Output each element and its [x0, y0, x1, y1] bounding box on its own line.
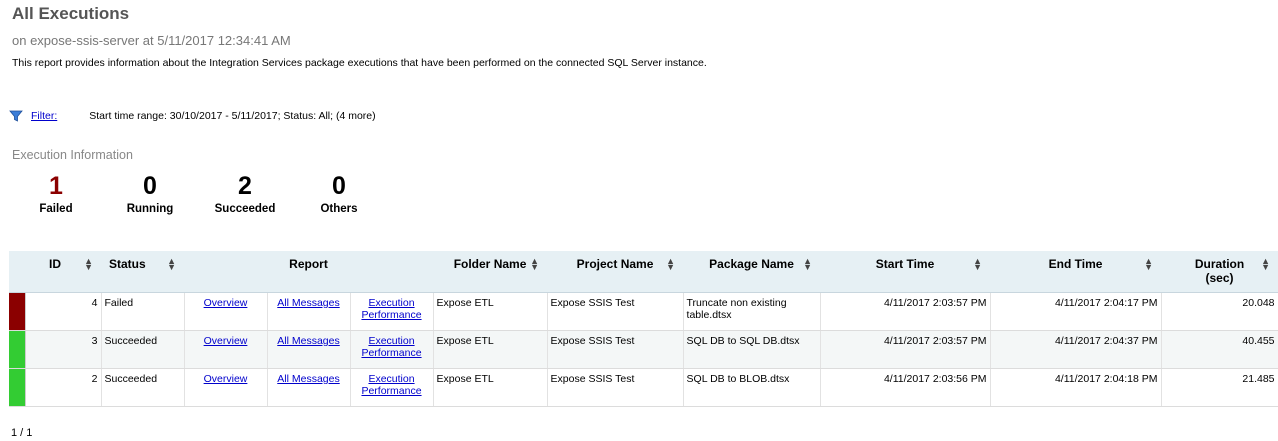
folder-cell: Expose ETL: [433, 368, 548, 407]
kpi-others: 0 Others: [294, 172, 384, 215]
kpi-value: 0: [143, 172, 157, 200]
sort-arrows-icon[interactable]: ▲ ▼: [1261, 257, 1270, 272]
kpi-value: 0: [332, 172, 346, 200]
sort-arrows-icon[interactable]: ▲ ▼: [1144, 257, 1153, 272]
sort-arrows-icon[interactable]: ▲ ▼: [84, 257, 93, 272]
col-folder-header[interactable]: Folder Name ▲ ▼: [433, 251, 548, 293]
sort-arrows-icon[interactable]: ▲ ▼: [167, 257, 176, 272]
col-duration-header[interactable]: Duration (sec) ▲ ▼: [1161, 251, 1278, 293]
funnel-icon[interactable]: [9, 109, 23, 123]
section-title: Execution Information: [12, 148, 133, 162]
sort-arrows-icon[interactable]: ▲ ▼: [803, 257, 812, 272]
package-cell: SQL DB to BLOB.dtsx: [683, 368, 821, 407]
execution-performance-link[interactable]: Execution Performance: [361, 373, 421, 397]
kpi-label: Others: [320, 203, 358, 215]
end-time-cell: 4/11/2017 2:04:18 PM: [990, 368, 1162, 407]
table-header-row: ID ▲ ▼ Status ▲ ▼ Report Folder Name ▲ ▼ Proje…: [9, 251, 1278, 293]
project-cell: Expose SSIS Test: [547, 330, 684, 369]
kpi-label: Running: [126, 203, 174, 215]
sort-arrows-icon[interactable]: ▲ ▼: [973, 257, 982, 272]
status-cell: Succeeded: [101, 330, 185, 369]
end-time-cell: 4/11/2017 2:04:17 PM: [990, 292, 1162, 331]
table-row: 3 Succeeded Overview All Messages Execut…: [9, 330, 1278, 369]
status-cell: Succeeded: [101, 368, 185, 407]
status-color-bar: [9, 330, 26, 369]
table-row: 2 Succeeded Overview All Messages Execut…: [9, 368, 1278, 407]
id-cell: 3: [25, 330, 102, 369]
kpi-running: 0 Running: [105, 172, 195, 215]
overview-link[interactable]: Overview: [204, 297, 248, 309]
package-cell: Truncate non existing table.dtsx: [683, 292, 821, 331]
all-messages-link[interactable]: All Messages: [277, 335, 339, 347]
col-package-header[interactable]: Package Name ▲ ▼: [683, 251, 821, 293]
col-start-header[interactable]: Start Time ▲ ▼: [820, 251, 991, 293]
filter-bar: Filter: Start time range: 30/10/2017 - 5…: [9, 109, 376, 123]
start-time-cell: 4/11/2017 2:03:57 PM: [820, 292, 991, 331]
project-cell: Expose SSIS Test: [547, 368, 684, 407]
report-description: This report provides information about t…: [12, 57, 707, 69]
folder-cell: Expose ETL: [433, 330, 548, 369]
filter-summary: Start time range: 30/10/2017 - 5/11/2017…: [89, 110, 376, 122]
col-project-header[interactable]: Project Name ▲ ▼: [547, 251, 684, 293]
overview-link[interactable]: Overview: [204, 335, 248, 347]
duration-cell: 21.485: [1161, 368, 1278, 407]
kpi-value: 2: [238, 172, 252, 200]
duration-cell: 20.048: [1161, 292, 1278, 331]
overview-link[interactable]: Overview: [204, 373, 248, 385]
folder-cell: Expose ETL: [433, 292, 548, 331]
status-color-bar: [9, 292, 26, 331]
package-cell: SQL DB to SQL DB.dtsx: [683, 330, 821, 369]
end-time-cell: 4/11/2017 2:04:37 PM: [990, 330, 1162, 369]
kpi-value: 1: [49, 172, 63, 200]
executions-table: ID ▲ ▼ Status ▲ ▼ Report Folder Name ▲ ▼ Proje…: [9, 251, 1278, 407]
project-cell: Expose SSIS Test: [547, 292, 684, 331]
page-indicator: 1 / 1: [11, 427, 33, 439]
col-end-header[interactable]: End Time ▲ ▼: [990, 251, 1162, 293]
start-time-cell: 4/11/2017 2:03:57 PM: [820, 330, 991, 369]
execution-performance-link[interactable]: Execution Performance: [361, 297, 421, 321]
start-time-cell: 4/11/2017 2:03:56 PM: [820, 368, 991, 407]
all-messages-link[interactable]: All Messages: [277, 297, 339, 309]
execution-performance-link[interactable]: Execution Performance: [361, 335, 421, 359]
kpi-failed: 1 Failed: [11, 172, 101, 215]
id-cell: 2: [25, 368, 102, 407]
sort-arrows-icon[interactable]: ▲ ▼: [530, 257, 539, 272]
kpi-label: Succeeded: [214, 203, 276, 215]
all-messages-link[interactable]: All Messages: [277, 373, 339, 385]
col-id-header[interactable]: ID ▲ ▼: [9, 251, 101, 293]
col-status-header[interactable]: Status ▲ ▼: [101, 251, 184, 293]
id-cell: 4: [25, 292, 102, 331]
table-row: 4 Failed Overview All Messages Execution…: [9, 292, 1278, 331]
page-title: All Executions: [12, 4, 130, 23]
server-subtitle: on expose-ssis-server at 5/11/2017 12:34…: [12, 33, 291, 48]
col-report-header: Report: [184, 251, 434, 293]
duration-cell: 40.455: [1161, 330, 1278, 369]
status-cell: Failed: [101, 292, 185, 331]
sort-arrows-icon[interactable]: ▲ ▼: [666, 257, 675, 272]
filter-link[interactable]: Filter:: [31, 110, 57, 122]
kpi-succeeded: 2 Succeeded: [200, 172, 290, 215]
status-color-bar: [9, 368, 26, 407]
kpi-label: Failed: [39, 203, 73, 215]
